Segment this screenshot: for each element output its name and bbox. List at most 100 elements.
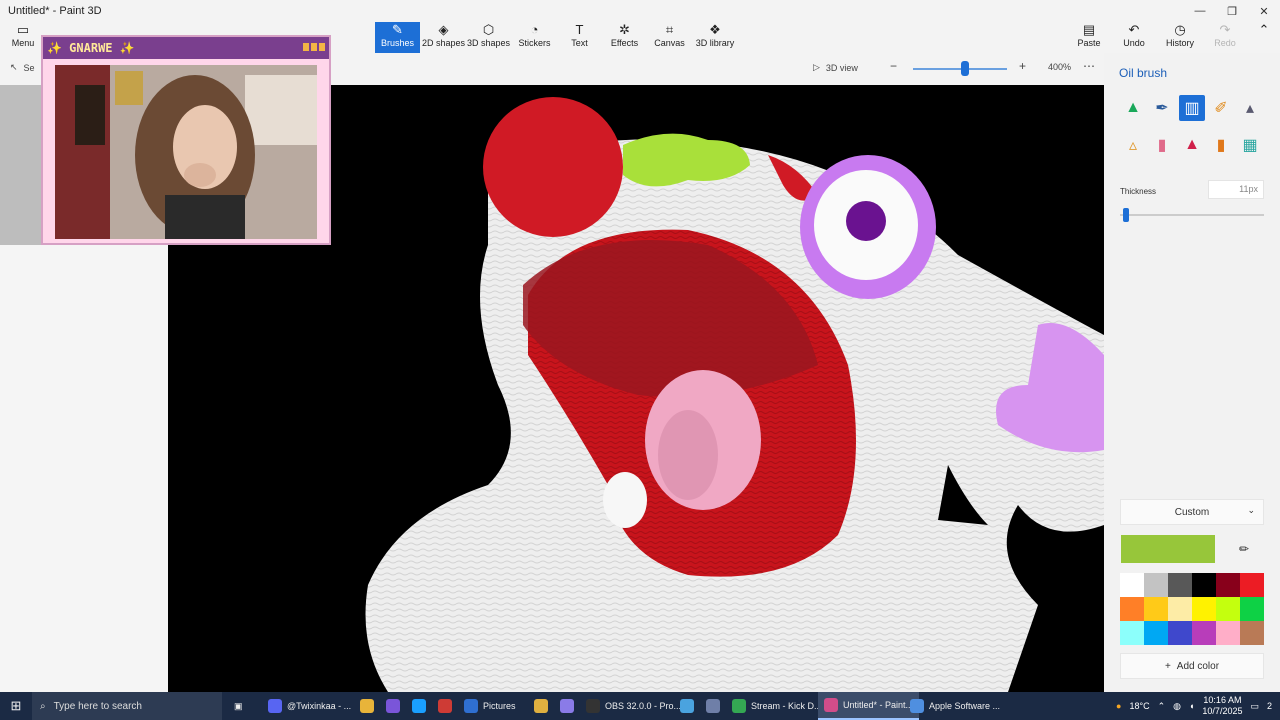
pixel-pen-brush[interactable]: ▲ [1179, 132, 1205, 158]
3d-view-toggle[interactable]: ▷ 3D view [813, 62, 858, 73]
brushes-tool[interactable]: ✎ Brushes [375, 22, 420, 53]
palette-swatch[interactable] [1192, 621, 1216, 645]
fill-brush[interactable]: ▦ [1237, 132, 1263, 158]
zoom-in-button[interactable]: + [1019, 59, 1026, 73]
text-tool[interactable]: T Text [557, 22, 602, 53]
volume-icon[interactable]: ◖ [1189, 701, 1194, 711]
taskbar-app[interactable] [354, 692, 380, 720]
taskbar-app[interactable]: OBS 32.0.0 - Pro... [580, 692, 687, 720]
crayon-brush[interactable]: ▮ [1149, 132, 1175, 158]
thickness-slider-thumb[interactable] [1122, 208, 1129, 222]
palette-swatch[interactable] [1240, 597, 1264, 621]
taskbar-app[interactable]: Stream - Kick D... [726, 692, 828, 720]
taskbar-app[interactable] [432, 692, 458, 720]
palette-swatch[interactable] [1192, 573, 1216, 597]
palette-swatch[interactable] [1168, 621, 1192, 645]
taskbar-search[interactable]: ⌕ Type here to search [32, 692, 222, 720]
collapse-ribbon-button[interactable]: ⌃ [1252, 22, 1276, 53]
paste-icon: ▤ [1082, 22, 1096, 37]
webcam-image [55, 65, 317, 239]
palette-swatch[interactable] [1216, 597, 1240, 621]
clock[interactable]: 10:16 AM 10/7/2025 [1202, 695, 1242, 717]
pencil-brush[interactable]: ▴ [1237, 95, 1263, 121]
more-options-button[interactable]: ⋯ [1083, 59, 1095, 73]
stickers-tool[interactable]: ◔ Stickers [512, 22, 557, 53]
palette-swatch[interactable] [1216, 573, 1240, 597]
effects-icon: ✲ [619, 22, 630, 37]
eraser-brush[interactable]: ▵ [1120, 132, 1146, 158]
network-icon[interactable]: ◍ [1173, 701, 1181, 712]
close-button[interactable]: ✕ [1248, 0, 1280, 22]
2d-shapes-tool[interactable]: ◈ 2D shapes [421, 22, 466, 53]
menu-icon: ▭ [16, 22, 30, 37]
weather-temp: 18°C [1129, 701, 1150, 711]
taskbar-app[interactable]: Apple Software ... [904, 692, 1006, 720]
palette-swatch[interactable] [1120, 597, 1144, 621]
add-color-button[interactable]: + Add color [1120, 653, 1264, 679]
brush-icon: ✎ [392, 22, 403, 37]
undo-button[interactable]: ↶ Undo [1119, 22, 1149, 53]
app-icon [732, 699, 746, 713]
thickness-input[interactable]: 11px [1208, 180, 1264, 199]
undo-icon: ↶ [1128, 22, 1140, 37]
paste-button[interactable]: ▤ Paste [1074, 22, 1104, 53]
taskbar-app[interactable] [554, 692, 580, 720]
3d-view-icon: ▷ [813, 62, 820, 72]
3d-shapes-tool[interactable]: ⬡ 3D shapes [466, 22, 511, 53]
canvas-tool[interactable]: ⌗ Canvas [647, 22, 692, 53]
task-view-button[interactable]: ▣ [228, 692, 249, 720]
current-color-swatch[interactable] [1121, 535, 1215, 563]
thickness-slider-track[interactable] [1120, 214, 1264, 216]
palette-swatch[interactable] [1192, 597, 1216, 621]
select-tool[interactable]: ↖ Se [10, 62, 35, 73]
palette-swatch[interactable] [1144, 573, 1168, 597]
taskbar-app[interactable] [528, 692, 554, 720]
spray-can-brush[interactable]: ▮ [1208, 132, 1234, 158]
taskbar-app[interactable] [406, 692, 432, 720]
tooth-shape [603, 472, 647, 528]
color-mode-dropdown[interactable]: Custom ⌄ [1120, 499, 1264, 525]
palette-swatch[interactable] [1144, 597, 1168, 621]
oil-brush[interactable]: ▥ [1179, 95, 1205, 121]
maximize-button[interactable]: ❐ [1216, 0, 1248, 22]
webcam-overlay-header: ✨ GNARWE ✨ [43, 37, 329, 59]
menu-button[interactable]: ▭ Menu [8, 22, 38, 53]
text-icon: T [575, 22, 584, 37]
palette-swatch[interactable] [1120, 573, 1144, 597]
start-button[interactable]: ⊞ [0, 692, 32, 720]
notifications-icon[interactable]: ▭ [1250, 701, 1259, 712]
system-tray: ● 18°C ⌃ ◍ ◖ 10:16 AM 10/7/2025 ▭ 2 [1116, 692, 1280, 720]
3d-library-tool[interactable]: ❖ 3D library [693, 22, 737, 53]
palette-swatch[interactable] [1240, 621, 1264, 645]
redo-icon: ↷ [1219, 22, 1231, 37]
webcam-feed [55, 65, 317, 239]
tray-expand-icon[interactable]: ⌃ [1158, 701, 1166, 712]
effects-tool[interactable]: ✲ Effects [602, 22, 647, 53]
pencil-icon: ▴ [1245, 100, 1255, 117]
zoom-slider-thumb[interactable] [960, 61, 969, 76]
taskbar-app[interactable] [674, 692, 700, 720]
redo-button[interactable]: ↷ Redo [1210, 22, 1240, 53]
taskbar-app[interactable]: @Twixinkaa - ... [262, 692, 357, 720]
marker-brush[interactable]: ▲ [1120, 95, 1146, 121]
zoom-out-button[interactable]: − [890, 59, 897, 73]
eyedropper-button[interactable]: ✏ [1230, 535, 1258, 563]
3d-shapes-icon: ⬡ [482, 22, 495, 37]
app-icon [268, 699, 282, 713]
palette-swatch[interactable] [1120, 621, 1144, 645]
palette-swatch[interactable] [1144, 621, 1168, 645]
app-icon [360, 699, 374, 713]
overlay-close-icon [319, 43, 325, 51]
app-icon [534, 699, 548, 713]
palette-swatch[interactable] [1168, 573, 1192, 597]
palette-swatch[interactable] [1216, 621, 1240, 645]
palette-swatch[interactable] [1168, 597, 1192, 621]
minimize-button[interactable]: — [1184, 0, 1216, 22]
calligraphy-brush[interactable]: ✒ [1149, 95, 1175, 121]
palette-swatch[interactable] [1240, 573, 1264, 597]
watercolor-brush[interactable]: ✐ [1208, 95, 1234, 121]
taskbar-app[interactable] [380, 692, 406, 720]
taskbar-app[interactable] [700, 692, 726, 720]
taskbar-app[interactable]: Pictures [458, 692, 522, 720]
history-button[interactable]: ◷ History [1163, 22, 1197, 53]
